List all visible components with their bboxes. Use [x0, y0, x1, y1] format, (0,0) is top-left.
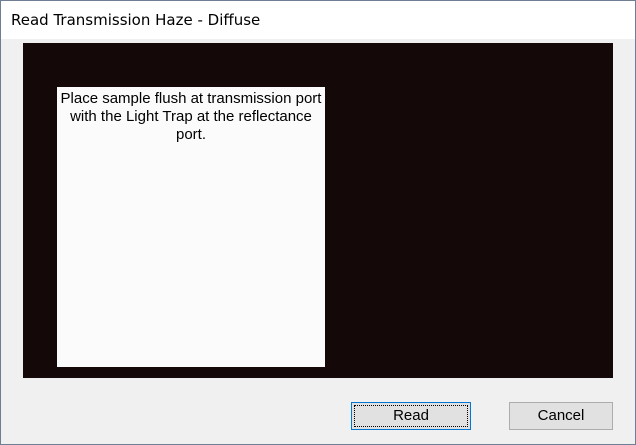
read-button[interactable]: Read [351, 402, 471, 430]
read-button-label: Read [393, 407, 429, 424]
title-bar[interactable]: Read Transmission Haze - Diffuse [1, 1, 635, 39]
window-title: Read Transmission Haze - Diffuse [11, 11, 261, 29]
instruction-card: Place sample flush at transmission port … [57, 87, 325, 367]
dialog-window: Read Transmission Haze - Diffuse Place s… [0, 0, 636, 445]
instruction-display-panel: Place sample flush at transmission port … [23, 43, 613, 378]
cancel-button-label: Cancel [537, 407, 585, 424]
cancel-button[interactable]: Cancel [509, 402, 613, 430]
instruction-text: Place sample flush at transmission port … [60, 90, 322, 143]
